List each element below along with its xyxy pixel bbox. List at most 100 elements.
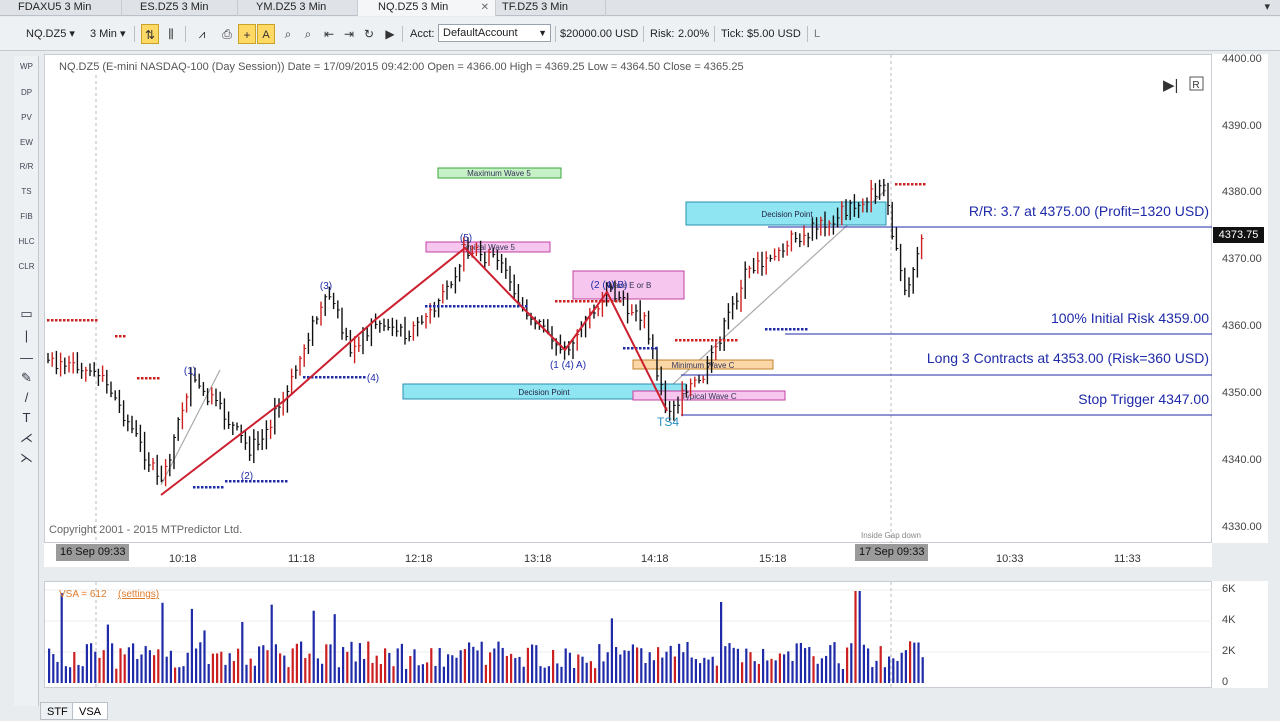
volume-bar <box>253 665 256 683</box>
shift-right-icon[interactable]: ⇥ <box>340 24 358 44</box>
bars-mode-icon[interactable]: ⇅ <box>141 24 159 44</box>
tool-ew[interactable]: EW <box>14 138 39 147</box>
volume-bar <box>736 648 739 683</box>
account-select[interactable]: DefaultAccount ▼ <box>438 24 551 42</box>
volume-bar <box>77 664 80 683</box>
pitchfork-icon[interactable]: ⋋ <box>17 450 36 466</box>
volume-bar <box>602 661 605 683</box>
auto-scale-icon[interactable]: A <box>257 24 275 44</box>
print-icon[interactable]: ⎙ <box>218 24 236 44</box>
volume-bar <box>136 659 139 683</box>
volume-bar <box>321 663 324 683</box>
volume-bar <box>64 666 67 683</box>
dropdown-icon[interactable]: ▾ <box>1264 0 1270 13</box>
tool-ts[interactable]: TS <box>14 187 39 196</box>
volume-bar <box>375 655 378 683</box>
volume-bar <box>312 610 315 683</box>
box-label-decision-point-top: Decision Point <box>761 210 813 219</box>
volume-bar <box>728 643 731 683</box>
trendline-icon[interactable]: / <box>17 390 36 406</box>
vertical-line-icon[interactable]: | <box>17 328 36 344</box>
price-chart-panel[interactable]: Maximum Wave 5 Typical Wave 5 Wave E or … <box>44 54 1239 544</box>
replay-end-icon[interactable]: ▶| <box>1163 77 1178 94</box>
tool-rr[interactable]: R/R <box>14 162 39 171</box>
reset-icon[interactable]: R <box>1192 80 1199 91</box>
risk-value[interactable]: 2.00% <box>678 25 709 43</box>
stop-dot <box>627 347 630 350</box>
gap-label: Inside Gap down <box>861 531 921 540</box>
tab-fdaxu5[interactable]: FDAXU5 3 Min <box>0 0 122 16</box>
horizontal-line-icon[interactable]: — <box>17 350 36 366</box>
tool-fib[interactable]: FIB <box>14 212 39 221</box>
volume-bar <box>148 650 151 683</box>
stop-dot <box>707 339 710 342</box>
text-tool-icon[interactable]: T <box>17 410 36 426</box>
volume-bar <box>812 656 815 683</box>
stop-dot <box>433 305 436 308</box>
volume-bar <box>396 648 399 683</box>
refresh-icon[interactable]: ↻ <box>360 24 378 44</box>
fan-icon[interactable]: ⋌ <box>17 430 36 446</box>
volume-bar <box>610 618 613 683</box>
volume-axis: 6K 4K 2K 0 <box>1212 581 1268 688</box>
tab-nq[interactable]: NQ.DZ5 3 Min ✕ <box>358 0 496 16</box>
rectangle-icon[interactable]: ▭ <box>17 306 36 322</box>
chart-header-info: NQ.DZ5 (E-mini NASDAQ-100 (Day Session))… <box>59 61 744 73</box>
box-label-maximum-wave5: Maximum Wave 5 <box>467 169 531 178</box>
pen-icon[interactable]: ✎ <box>17 370 36 386</box>
candle-mode-icon[interactable]: ⫼ <box>162 24 180 44</box>
tool-clr[interactable]: CLR <box>14 262 39 271</box>
volume-bar <box>841 668 844 683</box>
tab-stf[interactable]: STF <box>40 702 75 720</box>
volume-bar <box>325 644 328 683</box>
volume-bar <box>228 653 231 683</box>
stop-dot <box>285 480 288 483</box>
crosshair-icon[interactable]: + <box>238 24 256 44</box>
volume-bar <box>350 641 353 683</box>
tool-wp[interactable]: WP <box>14 62 39 71</box>
volume-bar <box>867 648 870 683</box>
interval-selector[interactable]: 3 Min ▾ <box>90 25 125 43</box>
volume-bar <box>127 647 130 683</box>
volume-bar <box>505 655 508 683</box>
stop-dot <box>623 347 626 350</box>
volume-bar <box>405 668 408 683</box>
time-axis[interactable]: 16 Sep 09:33 10:18 11:18 12:18 13:18 14:… <box>44 543 1212 567</box>
price-chart-svg[interactable]: Maximum Wave 5 Typical Wave 5 Wave E or … <box>45 55 1239 544</box>
play-icon[interactable]: ▶ <box>381 24 399 44</box>
stop-dot <box>233 480 236 483</box>
volume-bar <box>581 656 584 683</box>
tool-hlc[interactable]: HLC <box>14 237 39 246</box>
stop-dot <box>777 328 780 331</box>
tab-vsa[interactable]: VSA <box>72 702 109 720</box>
shift-left-icon[interactable]: ⇤ <box>320 24 338 44</box>
tool-pv[interactable]: PV <box>14 113 39 122</box>
tab-tf[interactable]: TF.DZ5 3 Min <box>496 0 606 16</box>
tool-dp[interactable]: DP <box>14 88 39 97</box>
volume-bar <box>921 657 924 683</box>
tab-ym[interactable]: YM.DZ5 3 Min <box>238 0 358 16</box>
tab-es[interactable]: ES.DZ5 3 Min <box>122 0 238 16</box>
instrument-selector[interactable]: NQ.DZ5 ▾ <box>26 25 75 43</box>
volume-bar <box>497 641 500 683</box>
volume-bar <box>337 667 340 683</box>
stop-dot <box>359 376 362 379</box>
volume-bar <box>94 651 97 683</box>
volume-bar <box>484 664 487 683</box>
price-axis[interactable]: 4400.00 4390.00 4380.00 4370.00 4360.00 … <box>1212 53 1268 543</box>
stop-dot <box>619 300 622 303</box>
zoom-in-icon[interactable]: ⌕ <box>279 24 297 44</box>
volume-bar <box>90 643 93 683</box>
volume-bar <box>917 642 920 683</box>
vsa-settings-link[interactable]: (settings) <box>118 589 159 600</box>
vsa-volume-panel[interactable]: VSA = 612 (settings) <box>44 581 1213 689</box>
zoom-out-icon[interactable]: ⌕ <box>299 24 317 44</box>
y-tick: 4360.00 <box>1222 320 1262 332</box>
chart-style-icon[interactable]: ⩘ <box>193 24 211 44</box>
stop-dot <box>785 328 788 331</box>
stop-dot <box>899 183 902 186</box>
tab-close-icon[interactable]: ✕ <box>481 0 489 15</box>
stop-dot <box>895 183 898 186</box>
volume-bar <box>720 601 723 683</box>
volume-bar <box>354 661 357 683</box>
